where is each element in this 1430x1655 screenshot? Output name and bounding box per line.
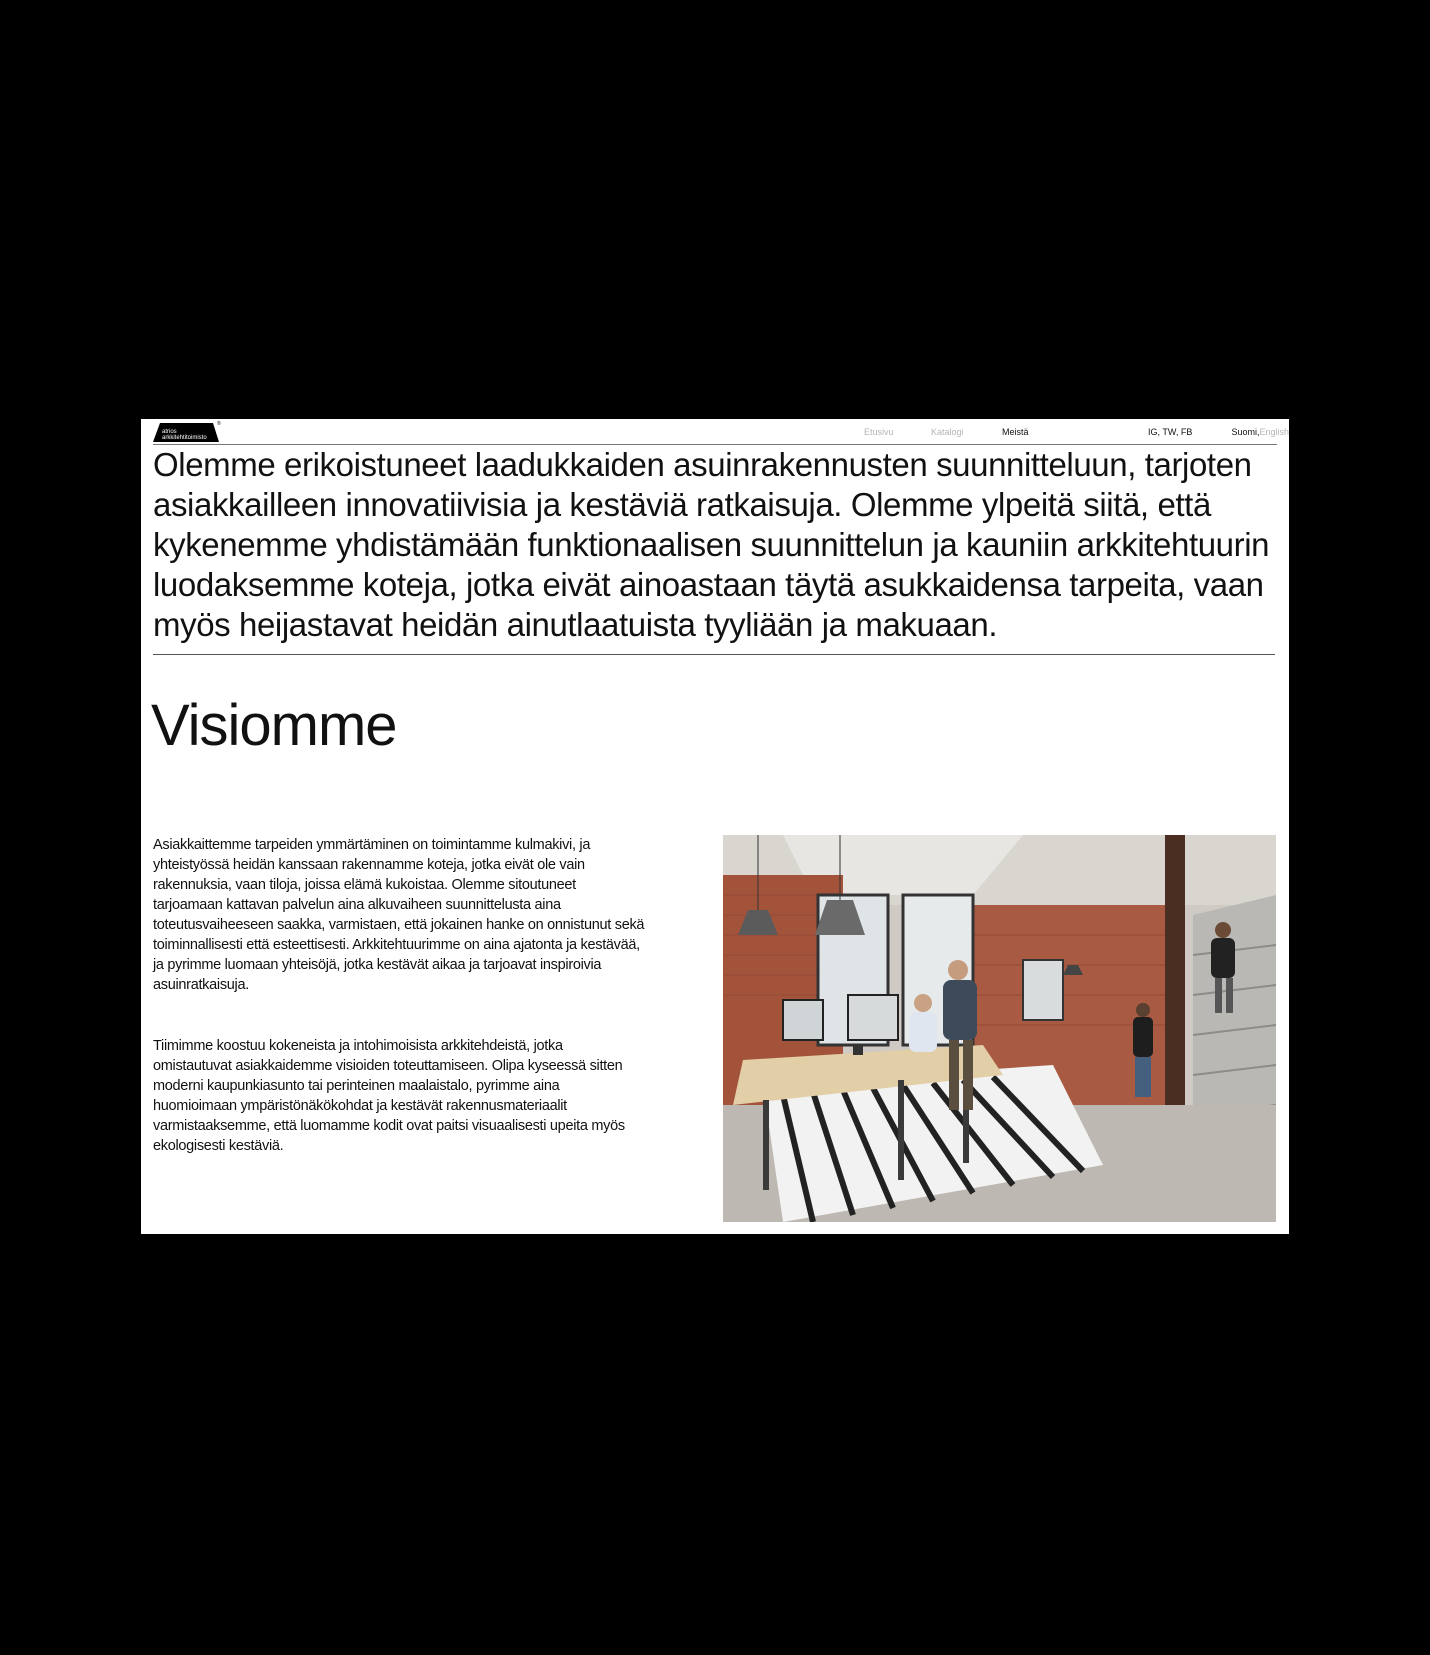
registered-mark: ®	[217, 421, 221, 427]
office-photo-illustration	[723, 835, 1276, 1222]
section-heading: Visiomme	[151, 693, 398, 758]
nav-link-meista[interactable]: Meistä	[1002, 427, 1029, 437]
language-switch: Suomi,English	[1228, 427, 1289, 437]
logo-text: atrios arkkitehtitoimisto	[162, 429, 216, 441]
top-nav: atrios arkkitehtitoimisto ® Etusivu Kata…	[153, 419, 1289, 445]
divider	[153, 654, 1275, 655]
vision-paragraph-1: Asiakkaittemme tarpeiden ymmärtäminen on…	[153, 837, 645, 993]
vision-paragraph-2: Tiimimme koostuu kokeneista ja intohimoi…	[153, 1038, 625, 1154]
intro-text: Olemme erikoistuneet laadukkaiden asuinr…	[153, 446, 1270, 643]
page: atrios arkkitehtitoimisto ® Etusivu Kata…	[141, 419, 1289, 1234]
lang-suomi[interactable]: Suomi,	[1231, 427, 1259, 437]
lang-english[interactable]: English	[1259, 427, 1289, 437]
office-photo	[723, 835, 1276, 1222]
logo[interactable]: atrios arkkitehtitoimisto ®	[153, 421, 221, 442]
nav-link-etusivu[interactable]: Etusivu	[864, 427, 894, 437]
nav-link-katalogi[interactable]: Katalogi	[931, 427, 964, 437]
social-links[interactable]: IG, TW, FB	[1148, 427, 1192, 437]
logo-line-2: arkkitehtitoimisto	[162, 435, 207, 441]
